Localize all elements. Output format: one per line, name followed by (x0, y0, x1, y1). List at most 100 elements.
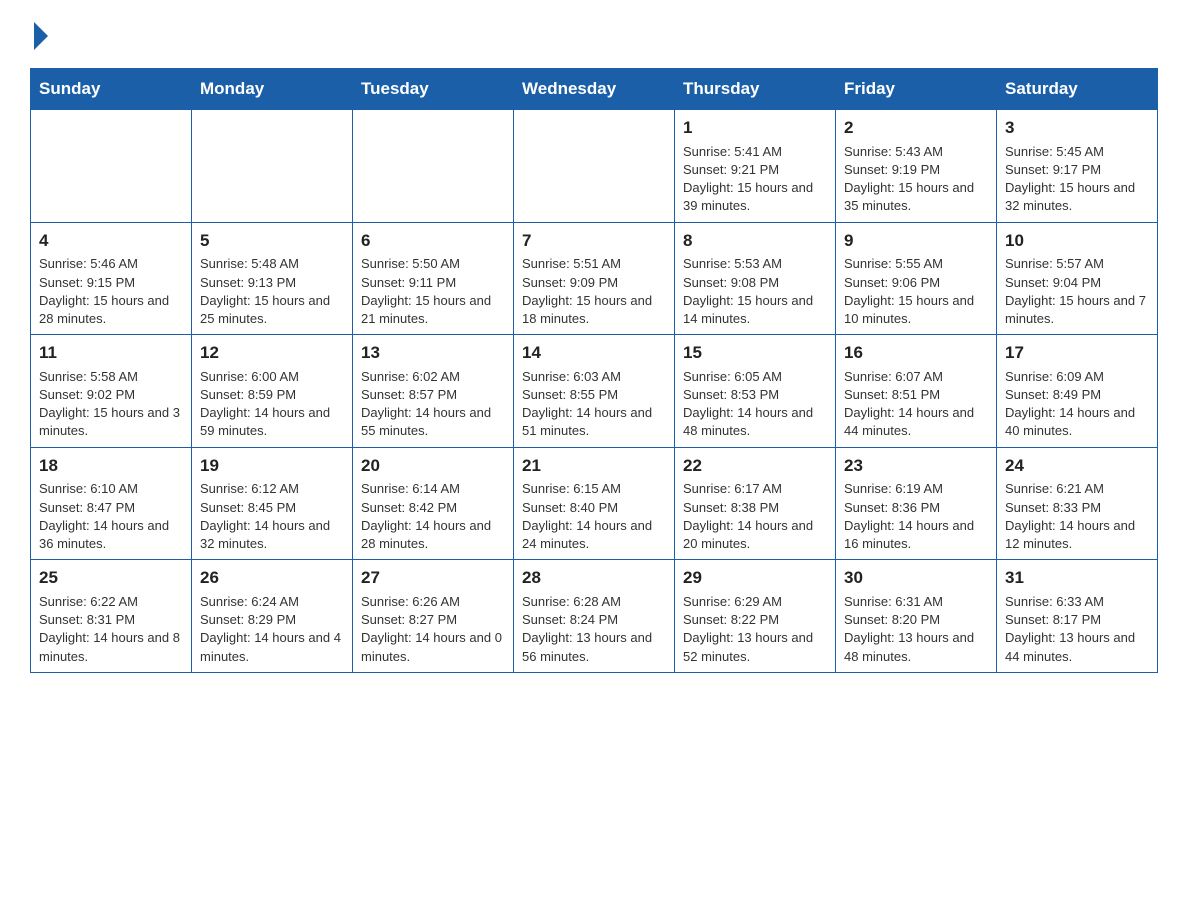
weekday-header-monday: Monday (192, 69, 353, 110)
day-number: 19 (200, 454, 344, 478)
day-number: 28 (522, 566, 666, 590)
day-info: Sunrise: 6:12 AMSunset: 8:45 PMDaylight:… (200, 480, 344, 553)
day-info: Sunrise: 6:28 AMSunset: 8:24 PMDaylight:… (522, 593, 666, 666)
day-number: 30 (844, 566, 988, 590)
page-header (30, 20, 1158, 50)
day-info: Sunrise: 5:43 AMSunset: 9:19 PMDaylight:… (844, 143, 988, 216)
weekday-header-friday: Friday (836, 69, 997, 110)
day-number: 4 (39, 229, 183, 253)
day-number: 25 (39, 566, 183, 590)
calendar-cell: 10Sunrise: 5:57 AMSunset: 9:04 PMDayligh… (997, 222, 1158, 335)
day-number: 22 (683, 454, 827, 478)
calendar-cell (31, 110, 192, 223)
day-number: 2 (844, 116, 988, 140)
calendar-cell: 2 Sunrise: 5:43 AMSunset: 9:19 PMDaylight… (836, 110, 997, 223)
day-number: 23 (844, 454, 988, 478)
calendar-cell (514, 110, 675, 223)
day-number: 9 (844, 229, 988, 253)
day-number: 29 (683, 566, 827, 590)
day-info: Sunrise: 5:58 AMSunset: 9:02 PMDaylight:… (39, 368, 183, 441)
calendar-week-row: 1 Sunrise: 5:41 AMSunset: 9:21 PMDaylight… (31, 110, 1158, 223)
calendar-cell: 25 Sunrise: 6:22 AMSunset: 8:31 PMDayligh… (31, 560, 192, 673)
calendar-cell: 12Sunrise: 6:00 AMSunset: 8:59 PMDayligh… (192, 335, 353, 448)
day-number: 3 (1005, 116, 1149, 140)
calendar-cell: 21Sunrise: 6:15 AMSunset: 8:40 PMDayligh… (514, 447, 675, 560)
calendar-week-row: 4Sunrise: 5:46 AMSunset: 9:15 PMDaylight… (31, 222, 1158, 335)
calendar-week-row: 25 Sunrise: 6:22 AMSunset: 8:31 PMDayligh… (31, 560, 1158, 673)
day-info: Sunrise: 6:22 AMSunset: 8:31 PMDaylight:… (39, 593, 183, 666)
day-info: Sunrise: 5:41 AMSunset: 9:21 PMDaylight:… (683, 143, 827, 216)
day-info: Sunrise: 5:51 AMSunset: 9:09 PMDaylight:… (522, 255, 666, 328)
calendar-cell: 23Sunrise: 6:19 AMSunset: 8:36 PMDayligh… (836, 447, 997, 560)
calendar-header-row: SundayMondayTuesdayWednesdayThursdayFrid… (31, 69, 1158, 110)
calendar-cell: 31 Sunrise: 6:33 AMSunset: 8:17 PMDayligh… (997, 560, 1158, 673)
day-number: 1 (683, 116, 827, 140)
day-number: 12 (200, 341, 344, 365)
calendar-cell: 22Sunrise: 6:17 AMSunset: 8:38 PMDayligh… (675, 447, 836, 560)
day-info: Sunrise: 5:55 AMSunset: 9:06 PMDaylight:… (844, 255, 988, 328)
day-info: Sunrise: 6:29 AMSunset: 8:22 PMDaylight:… (683, 593, 827, 666)
day-number: 6 (361, 229, 505, 253)
day-number: 31 (1005, 566, 1149, 590)
day-info: Sunrise: 6:02 AMSunset: 8:57 PMDaylight:… (361, 368, 505, 441)
calendar-cell: 13 Sunrise: 6:02 AMSunset: 8:57 PMDayligh… (353, 335, 514, 448)
calendar-cell: 7Sunrise: 5:51 AMSunset: 9:09 PMDaylight… (514, 222, 675, 335)
calendar-cell: 19Sunrise: 6:12 AMSunset: 8:45 PMDayligh… (192, 447, 353, 560)
day-info: Sunrise: 6:14 AMSunset: 8:42 PMDaylight:… (361, 480, 505, 553)
calendar-cell: 15Sunrise: 6:05 AMSunset: 8:53 PMDayligh… (675, 335, 836, 448)
calendar-cell (353, 110, 514, 223)
logo (30, 20, 74, 50)
calendar-cell: 3Sunrise: 5:45 AMSunset: 9:17 PMDaylight… (997, 110, 1158, 223)
calendar-cell: 6Sunrise: 5:50 AMSunset: 9:11 PMDaylight… (353, 222, 514, 335)
weekday-header-saturday: Saturday (997, 69, 1158, 110)
day-number: 14 (522, 341, 666, 365)
calendar-cell: 29 Sunrise: 6:29 AMSunset: 8:22 PMDayligh… (675, 560, 836, 673)
weekday-header-sunday: Sunday (31, 69, 192, 110)
day-number: 16 (844, 341, 988, 365)
weekday-header-wednesday: Wednesday (514, 69, 675, 110)
day-info: Sunrise: 6:10 AMSunset: 8:47 PMDaylight:… (39, 480, 183, 553)
calendar-week-row: 18Sunrise: 6:10 AMSunset: 8:47 PMDayligh… (31, 447, 1158, 560)
calendar-cell: 16 Sunrise: 6:07 AMSunset: 8:51 PMDayligh… (836, 335, 997, 448)
calendar-cell: 1 Sunrise: 5:41 AMSunset: 9:21 PMDaylight… (675, 110, 836, 223)
calendar-cell: 8Sunrise: 5:53 AMSunset: 9:08 PMDaylight… (675, 222, 836, 335)
calendar-cell: 9Sunrise: 5:55 AMSunset: 9:06 PMDaylight… (836, 222, 997, 335)
calendar-cell: 11 Sunrise: 5:58 AMSunset: 9:02 PMDayligh… (31, 335, 192, 448)
day-number: 27 (361, 566, 505, 590)
day-number: 13 (361, 341, 505, 365)
day-info: Sunrise: 6:07 AMSunset: 8:51 PMDaylight:… (844, 368, 988, 441)
day-info: Sunrise: 5:57 AMSunset: 9:04 PMDaylight:… (1005, 255, 1149, 328)
day-number: 26 (200, 566, 344, 590)
day-number: 10 (1005, 229, 1149, 253)
day-number: 18 (39, 454, 183, 478)
calendar-cell: 24Sunrise: 6:21 AMSunset: 8:33 PMDayligh… (997, 447, 1158, 560)
calendar-cell (192, 110, 353, 223)
calendar-cell: 28 Sunrise: 6:28 AMSunset: 8:24 PMDayligh… (514, 560, 675, 673)
day-info: Sunrise: 6:26 AMSunset: 8:27 PMDaylight:… (361, 593, 505, 666)
calendar-cell: 14Sunrise: 6:03 AMSunset: 8:55 PMDayligh… (514, 335, 675, 448)
calendar-cell: 26Sunrise: 6:24 AMSunset: 8:29 PMDayligh… (192, 560, 353, 673)
calendar-cell: 5Sunrise: 5:48 AMSunset: 9:13 PMDaylight… (192, 222, 353, 335)
day-number: 24 (1005, 454, 1149, 478)
day-info: Sunrise: 6:19 AMSunset: 8:36 PMDaylight:… (844, 480, 988, 553)
day-info: Sunrise: 5:46 AMSunset: 9:15 PMDaylight:… (39, 255, 183, 328)
day-info: Sunrise: 6:09 AMSunset: 8:49 PMDaylight:… (1005, 368, 1149, 441)
calendar-cell: 4Sunrise: 5:46 AMSunset: 9:15 PMDaylight… (31, 222, 192, 335)
weekday-header-tuesday: Tuesday (353, 69, 514, 110)
calendar-cell: 17Sunrise: 6:09 AMSunset: 8:49 PMDayligh… (997, 335, 1158, 448)
day-info: Sunrise: 5:53 AMSunset: 9:08 PMDaylight:… (683, 255, 827, 328)
day-info: Sunrise: 6:05 AMSunset: 8:53 PMDaylight:… (683, 368, 827, 441)
day-number: 11 (39, 341, 183, 365)
weekday-header-thursday: Thursday (675, 69, 836, 110)
day-info: Sunrise: 6:31 AMSunset: 8:20 PMDaylight:… (844, 593, 988, 666)
day-info: Sunrise: 6:33 AMSunset: 8:17 PMDaylight:… (1005, 593, 1149, 666)
calendar-cell: 30 Sunrise: 6:31 AMSunset: 8:20 PMDayligh… (836, 560, 997, 673)
calendar-cell: 20Sunrise: 6:14 AMSunset: 8:42 PMDayligh… (353, 447, 514, 560)
calendar-table: SundayMondayTuesdayWednesdayThursdayFrid… (30, 68, 1158, 673)
logo-arrow-icon (34, 22, 48, 50)
day-number: 8 (683, 229, 827, 253)
day-info: Sunrise: 6:21 AMSunset: 8:33 PMDaylight:… (1005, 480, 1149, 553)
day-number: 7 (522, 229, 666, 253)
day-number: 21 (522, 454, 666, 478)
day-info: Sunrise: 5:48 AMSunset: 9:13 PMDaylight:… (200, 255, 344, 328)
